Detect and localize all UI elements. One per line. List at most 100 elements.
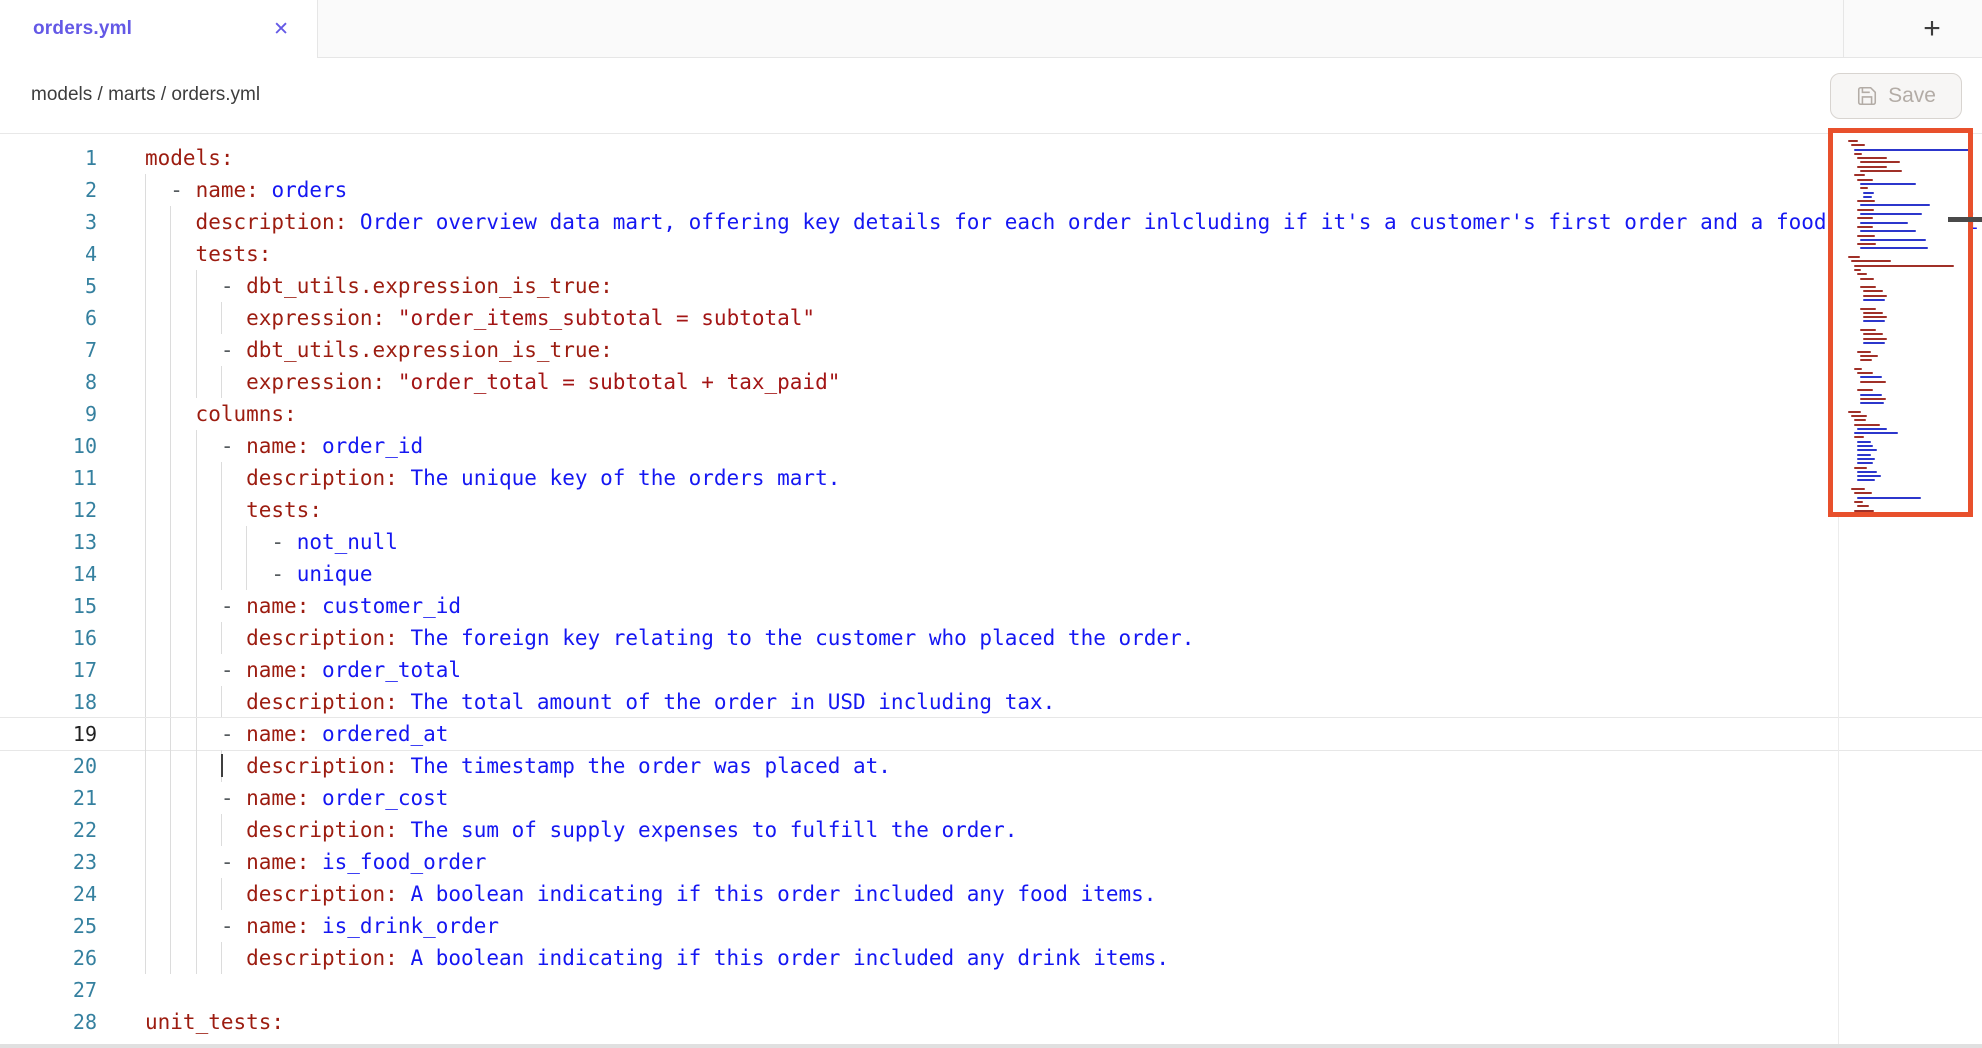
line-number[interactable]: 7 [0, 334, 97, 366]
line-number[interactable]: 10 [0, 430, 97, 462]
minimap-line [1851, 144, 1865, 146]
indent-guide [170, 718, 171, 750]
indent-guide [170, 878, 171, 910]
minimap-line [1857, 428, 1887, 430]
line-number[interactable]: 28 [0, 1006, 97, 1038]
line-number[interactable]: 11 [0, 462, 97, 494]
line-number[interactable]: 2 [0, 174, 97, 206]
code-line[interactable]: 9columns: [0, 398, 1982, 430]
new-tab-button[interactable]: + [1908, 6, 1956, 52]
minimap-line [1860, 222, 1908, 224]
minimap-line [1848, 411, 1861, 413]
code-line[interactable]: 19- name: ordered_at [0, 718, 1982, 750]
code-line[interactable]: 24description: A boolean indicating if t… [0, 878, 1982, 910]
minimap-line [1860, 161, 1900, 163]
code-line[interactable]: 1models: [0, 142, 1982, 174]
code-editor[interactable]: 1models:2- name: orders3 description: Ord… [0, 134, 1982, 1048]
code-line[interactable]: 13- not_null [0, 526, 1982, 558]
minimap-line [1857, 235, 1875, 237]
line-number[interactable]: 24 [0, 878, 97, 910]
code-line[interactable]: 8expression: "order_total = subtotal + t… [0, 366, 1982, 398]
minimap-line [1863, 342, 1885, 344]
indent-guide [170, 750, 171, 782]
line-number[interactable]: 20 [0, 750, 97, 782]
breadcrumb: models / marts / orders.yml [31, 84, 260, 106]
code-line[interactable]: 11description: The unique key of the ord… [0, 462, 1982, 494]
code-text: tests: [246, 494, 322, 526]
code-text: - dbt_utils.expression_is_true: [221, 334, 613, 366]
line-number[interactable]: 15 [0, 590, 97, 622]
code-line[interactable]: 10- name: order_id [0, 430, 1982, 462]
code-line[interactable]: 21- name: order_cost [0, 782, 1982, 814]
indent-guide [246, 558, 247, 590]
indent-guide [196, 686, 197, 718]
code-line[interactable]: 4tests: [0, 238, 1982, 270]
code-line[interactable]: 12 tests: [0, 494, 1982, 526]
line-number[interactable]: 14 [0, 558, 97, 590]
indent-guide [145, 942, 146, 974]
minimap-line [1854, 174, 1865, 176]
minimap-line [1857, 157, 1887, 159]
code-line[interactable]: 18 description: The total amount of the o… [0, 686, 1982, 718]
code-line[interactable]: 7 - dbt_utils.expression_is_true: [0, 334, 1982, 366]
indent-guide [221, 494, 222, 526]
code-line[interactable]: 25- name: is_drink_order [0, 910, 1982, 942]
tab-orders-yml[interactable]: orders.yml ✕ [0, 0, 318, 58]
minimap-highlight-box[interactable] [1828, 128, 1973, 517]
minimap-line [1857, 351, 1871, 353]
line-number[interactable]: 25 [0, 910, 97, 942]
code-line[interactable]: 20description: The timestamp the order w… [0, 750, 1982, 782]
close-icon[interactable]: ✕ [273, 20, 289, 39]
line-number[interactable]: 4 [0, 238, 97, 270]
code-line[interactable]: 3 description: Order overview data mart, … [0, 206, 1982, 238]
line-number[interactable]: 8 [0, 366, 97, 398]
line-number[interactable]: 19 [0, 718, 97, 750]
code-line[interactable]: 27 [0, 974, 1982, 1006]
indent-guide [170, 334, 171, 366]
code-line[interactable]: 22description: The sum of supply expense… [0, 814, 1982, 846]
code-line[interactable]: 23- name: is_food_order [0, 846, 1982, 878]
minimap-line [1857, 441, 1871, 443]
line-number[interactable]: 13 [0, 526, 97, 558]
line-number[interactable]: 17 [0, 654, 97, 686]
line-number[interactable]: 9 [0, 398, 97, 430]
code-line[interactable]: 17- name: order_total [0, 654, 1982, 686]
save-button[interactable]: Save [1830, 73, 1962, 119]
code-line[interactable]: 26 description: A boolean indicating if t… [0, 942, 1982, 974]
code-line[interactable]: 5- dbt_utils.expression_is_true: [0, 270, 1982, 302]
line-number[interactable]: 23 [0, 846, 97, 878]
indent-guide [221, 878, 222, 910]
indent-guide [221, 942, 222, 974]
code-line[interactable]: 16description: The foreign key relating … [0, 622, 1982, 654]
line-number[interactable]: 27 [0, 974, 97, 1006]
indent-guide [196, 494, 197, 526]
code-text: description: Order overview data mart, o… [196, 206, 1982, 238]
minimap-line [1860, 239, 1926, 241]
line-number[interactable]: 26 [0, 942, 97, 974]
code-line[interactable]: 2- name: orders [0, 174, 1982, 206]
minimap-line [1860, 329, 1876, 331]
line-number[interactable]: 1 [0, 142, 97, 174]
line-number[interactable]: 3 [0, 206, 97, 238]
line-number[interactable]: 18 [0, 686, 97, 718]
line-number[interactable]: 6 [0, 302, 97, 334]
horizontal-scrollbar[interactable] [0, 1044, 1982, 1048]
code-line[interactable]: 15- name: customer_id [0, 590, 1982, 622]
code-line[interactable]: 28unit_tests: [0, 1006, 1982, 1038]
tab-bar: orders.yml ✕ + [0, 0, 1982, 58]
line-number[interactable]: 22 [0, 814, 97, 846]
code-text: description: The total amount of the ord… [246, 686, 1055, 718]
code-text: - unique [271, 558, 372, 590]
line-number[interactable]: 16 [0, 622, 97, 654]
indent-guide [170, 814, 171, 846]
code-line[interactable]: 14 - unique [0, 558, 1982, 590]
line-number[interactable]: 5 [0, 270, 97, 302]
line-number[interactable]: 12 [0, 494, 97, 526]
code-text: description: A boolean indicating if thi… [246, 942, 1169, 974]
line-number[interactable]: 21 [0, 782, 97, 814]
indent-guide [145, 366, 146, 398]
indent-guide [221, 622, 222, 654]
minimap-line [1857, 514, 1927, 516]
code-line[interactable]: 6expression: "order_items_subtotal = sub… [0, 302, 1982, 334]
minimap-line [1854, 510, 1874, 512]
